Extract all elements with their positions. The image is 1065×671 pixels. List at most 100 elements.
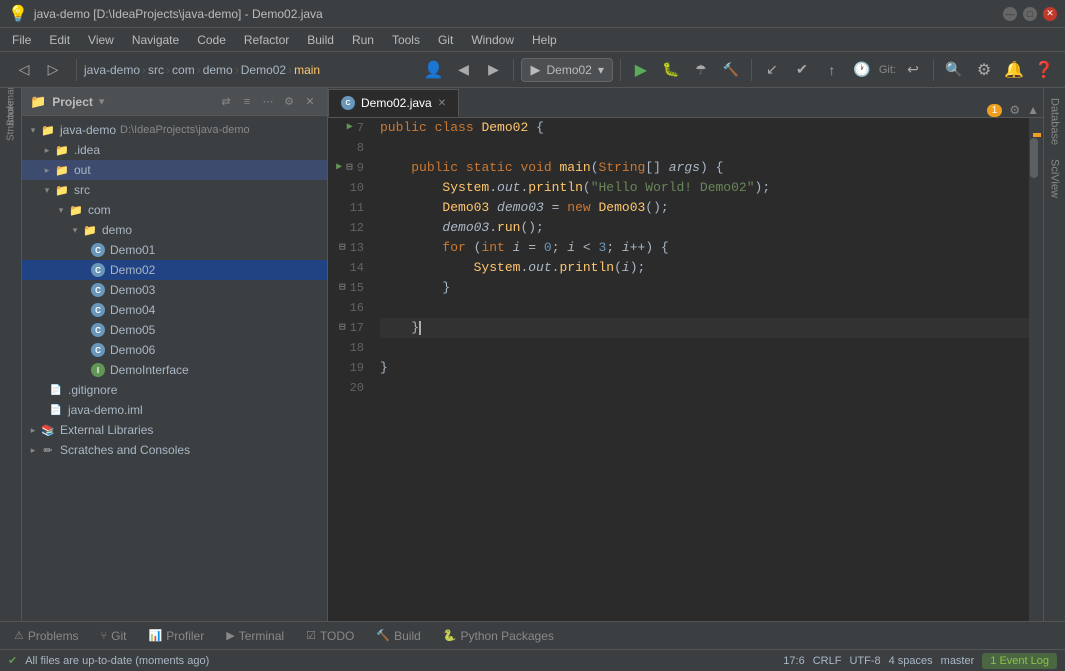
debug-button[interactable]: 🐛	[658, 57, 684, 83]
breadcrumb-file[interactable]: Demo02	[241, 63, 286, 77]
tree-item-demo05[interactable]: C Demo05	[22, 320, 327, 340]
code-content[interactable]: public class Demo02 { public static void…	[372, 118, 1029, 621]
right-panel-sciview[interactable]: SciView	[1046, 153, 1064, 204]
line-ending[interactable]: CRLF	[813, 655, 842, 667]
toolbar-forward-button[interactable]: ▷	[40, 57, 66, 83]
editor-scrollbar[interactable]	[1029, 118, 1043, 621]
settings-button[interactable]: ⚙	[971, 57, 997, 83]
bottom-tab-git[interactable]: ⑂ Git	[91, 625, 137, 647]
window-controls[interactable]: — □ ✕	[1003, 7, 1057, 21]
menu-run[interactable]: Run	[344, 31, 382, 49]
tree-item-out[interactable]: ▸ 📁 out	[22, 160, 327, 180]
breadcrumb-project[interactable]: java-demo	[84, 63, 140, 77]
tree-item-demo04[interactable]: C Demo04	[22, 300, 327, 320]
bottom-tab-build[interactable]: 🔨 Build	[366, 625, 430, 647]
search-everywhere-button[interactable]: 🔍	[941, 57, 967, 83]
close-button[interactable]: ✕	[1043, 7, 1057, 21]
tree-item-demo[interactable]: ▾ 📁 demo	[22, 220, 327, 240]
scrollbar-thumb[interactable]	[1030, 138, 1038, 178]
tree-item-demo06[interactable]: C Demo06	[22, 340, 327, 360]
tree-item-idea[interactable]: ▸ 📁 .idea	[22, 140, 327, 160]
menu-refactor[interactable]: Refactor	[236, 31, 297, 49]
profiler-icon: 📊	[149, 629, 163, 642]
status-bar: ✔ All files are up-to-date (moments ago)…	[0, 649, 1065, 671]
bottom-tab-python-label: Python Packages	[460, 629, 553, 643]
tree-item-com[interactable]: ▾ 📁 com	[22, 200, 327, 220]
tree-item-gitignore[interactable]: 📄 .gitignore	[22, 380, 327, 400]
tree-item-ext-libs[interactable]: ▸ 📚 External Libraries	[22, 420, 327, 440]
tree-item-demo02[interactable]: C Demo02	[22, 260, 327, 280]
project-tree: ▾ 📁 java-demo D:\IdeaProjects\java-demo …	[22, 116, 327, 621]
tree-arrow-demo: ▾	[68, 225, 82, 236]
panel-settings-icon[interactable]: ⚙	[280, 93, 298, 111]
tab-expand-button[interactable]: ▲	[1027, 103, 1039, 117]
tree-item-iml[interactable]: 📄 java-demo.iml	[22, 400, 327, 420]
panel-close-icon[interactable]: ✕	[301, 93, 319, 111]
panel-collapse-button[interactable]: ≡	[238, 93, 256, 111]
tree-item-scratches[interactable]: ▸ ✏ Scratches and Consoles	[22, 440, 327, 460]
tree-label-demo02: Demo02	[110, 263, 155, 277]
file-icon-gitignore: 📄	[48, 382, 64, 398]
nav-back-button[interactable]: ◀	[450, 57, 476, 83]
menu-build[interactable]: Build	[299, 31, 342, 49]
build-button[interactable]: 🔨	[718, 57, 744, 83]
editor-tab-demo02[interactable]: C Demo02.java ✕	[328, 89, 459, 117]
menu-navigate[interactable]: Navigate	[124, 31, 187, 49]
cursor-position[interactable]: 17:6	[783, 655, 804, 667]
structure-panel-icon[interactable]: Structure	[2, 112, 20, 130]
panel-expand-button[interactable]: ⋯	[259, 93, 277, 111]
breadcrumb-src[interactable]: src	[148, 63, 164, 77]
panel-sync-button[interactable]: ⇄	[217, 93, 235, 111]
menu-edit[interactable]: Edit	[41, 31, 78, 49]
menu-help[interactable]: Help	[524, 31, 565, 49]
java-icon-demo06: C	[90, 342, 106, 358]
breadcrumb-method[interactable]: main	[294, 63, 320, 77]
code-line-15: }	[380, 278, 1029, 298]
breadcrumb-demo[interactable]: demo	[203, 63, 233, 77]
tree-item-demo03[interactable]: C Demo03	[22, 280, 327, 300]
code-line-14: System.out.println(i);	[380, 258, 1029, 278]
tree-item-demo01[interactable]: C Demo01	[22, 240, 327, 260]
indent[interactable]: 4 spaces	[889, 655, 933, 667]
tree-item-root[interactable]: ▾ 📁 java-demo D:\IdeaProjects\java-demo	[22, 120, 327, 140]
tree-item-src[interactable]: ▾ 📁 src	[22, 180, 327, 200]
menu-view[interactable]: View	[80, 31, 122, 49]
user-button[interactable]: 👤	[420, 57, 446, 83]
vcs-commit-button[interactable]: ✔	[789, 57, 815, 83]
bottom-tab-problems[interactable]: ⚠ Problems	[4, 625, 89, 647]
vcs-branch[interactable]: master	[941, 655, 975, 667]
breadcrumb-com[interactable]: com	[172, 63, 195, 77]
code-line-17: }	[380, 318, 1029, 338]
notifications-button[interactable]: 🔔	[1001, 57, 1027, 83]
event-log-button[interactable]: 1 Event Log	[982, 653, 1057, 669]
vcs-push-button[interactable]: ↑	[819, 57, 845, 83]
nav-forward-button[interactable]: ▶	[480, 57, 506, 83]
toolbar-sep-1	[76, 59, 77, 81]
tab-menu-button[interactable]: ⚙	[1009, 103, 1020, 117]
bottom-tab-terminal[interactable]: ▶ Terminal	[216, 625, 294, 647]
minimize-button[interactable]: —	[1003, 7, 1017, 21]
bottom-tab-profiler[interactable]: 📊 Profiler	[139, 625, 215, 647]
bottom-tab-python[interactable]: 🐍 Python Packages	[433, 625, 564, 647]
maximize-button[interactable]: □	[1023, 7, 1037, 21]
tab-close-button[interactable]: ✕	[438, 98, 446, 109]
vcs-history-button[interactable]: 🕐	[849, 57, 875, 83]
bottom-tab-todo[interactable]: ☑ TODO	[296, 625, 364, 647]
panel-dropdown-icon[interactable]: ▾	[99, 95, 105, 108]
menu-git[interactable]: Git	[430, 31, 461, 49]
coverage-button[interactable]: ☂	[688, 57, 714, 83]
tree-item-demointerface[interactable]: I DemoInterface	[22, 360, 327, 380]
run-button[interactable]: ▶	[628, 57, 654, 83]
help-button[interactable]: ❓	[1031, 57, 1057, 83]
vcs-update-button[interactable]: ↙	[759, 57, 785, 83]
run-config-selector[interactable]: ▶ Demo02 ▾	[521, 58, 612, 82]
vcs-undo-button[interactable]: ↩	[900, 57, 926, 83]
menu-file[interactable]: File	[4, 31, 39, 49]
menu-code[interactable]: Code	[189, 31, 234, 49]
menu-tools[interactable]: Tools	[384, 31, 428, 49]
toolbar-back-button[interactable]: ◁	[11, 57, 37, 83]
code-editor[interactable]: ▶7 8 ▶⊟9 10 11 12 ⊟13 14 ⊟15 16 ⊟17 18 1…	[328, 118, 1043, 621]
right-panel-database[interactable]: Database	[1046, 92, 1064, 151]
encoding[interactable]: UTF-8	[849, 655, 880, 667]
menu-window[interactable]: Window	[463, 31, 522, 49]
